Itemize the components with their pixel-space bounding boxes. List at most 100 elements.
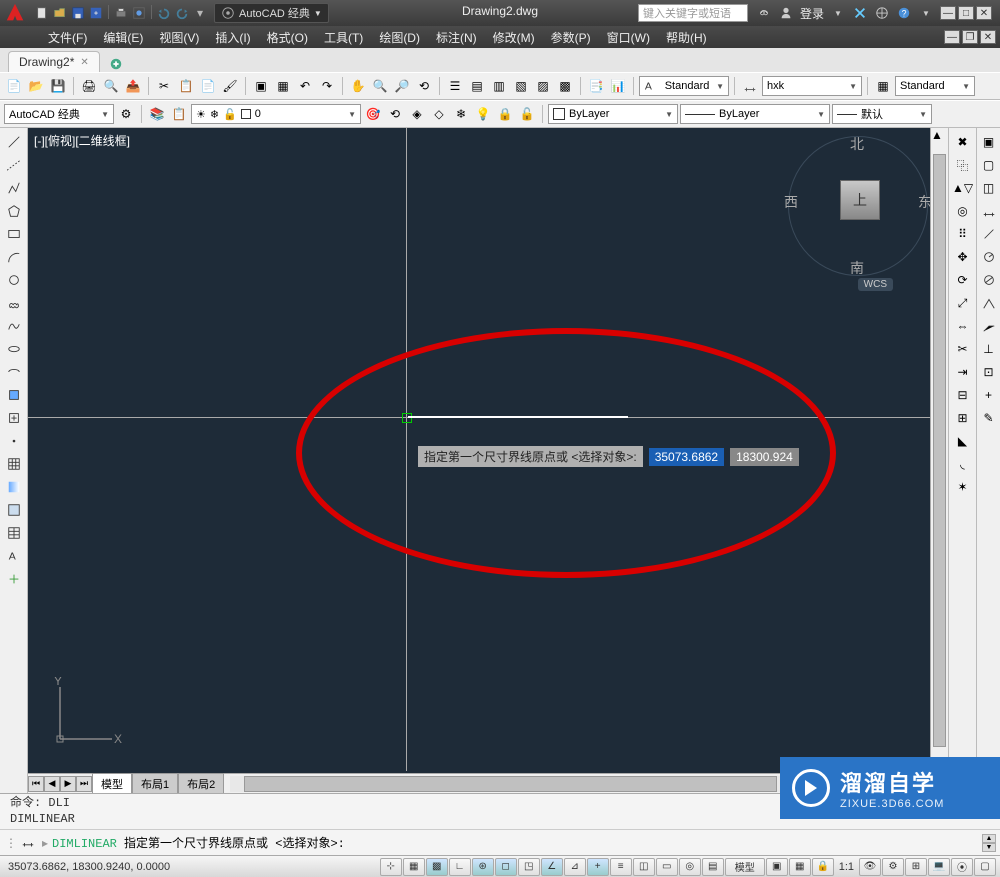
dynamic-value-y[interactable]: 18300.924 bbox=[730, 448, 799, 466]
dim-edit-icon[interactable]: ✎ bbox=[979, 408, 999, 428]
tb-properties-icon[interactable]: ☰ bbox=[445, 76, 465, 96]
qat-print-icon[interactable] bbox=[113, 5, 129, 21]
dynamic-value-x[interactable]: 35073.6862 bbox=[649, 448, 724, 466]
offset-icon[interactable]: ◎ bbox=[953, 201, 973, 221]
status-annoauto-icon[interactable]: ⚙ bbox=[882, 858, 904, 876]
menu-dimension[interactable]: 标注(N) bbox=[428, 29, 485, 46]
qat-open-icon[interactable] bbox=[52, 5, 68, 21]
stayconnected-icon[interactable] bbox=[874, 5, 890, 21]
signin-label[interactable]: 登录 bbox=[800, 5, 824, 22]
dim-angular-icon[interactable] bbox=[979, 293, 999, 313]
tab-prev-icon[interactable]: ◀ bbox=[44, 776, 60, 792]
layer-uniso-icon[interactable]: ◇ bbox=[429, 104, 449, 124]
menu-help[interactable]: 帮助(H) bbox=[658, 29, 715, 46]
qat-new-icon[interactable] bbox=[34, 5, 50, 21]
stretch-icon[interactable]: ⇔ bbox=[953, 316, 973, 336]
tb-designcenter-icon[interactable]: ▤ bbox=[467, 76, 487, 96]
qat-plot-preview-icon[interactable] bbox=[131, 5, 147, 21]
tb-block-icon[interactable]: ▣ bbox=[251, 76, 271, 96]
layer-off-icon[interactable]: 💡 bbox=[473, 104, 493, 124]
document-tab-close-icon[interactable]: ✕ bbox=[80, 57, 88, 68]
viewcube-face[interactable]: 上 bbox=[840, 180, 880, 220]
viewcube-west[interactable]: 西 bbox=[784, 192, 798, 212]
dim-diameter-icon[interactable] bbox=[979, 270, 999, 290]
rotate-icon[interactable]: ⟳ bbox=[953, 270, 973, 290]
tab-model[interactable]: 模型 bbox=[92, 773, 132, 794]
polyline-icon[interactable] bbox=[4, 178, 24, 198]
search-input[interactable]: 键入关键字或短语 bbox=[638, 4, 748, 22]
mirror-icon[interactable]: ▲▽ bbox=[953, 178, 973, 198]
mdi-minimize-button[interactable]: — bbox=[944, 30, 960, 44]
dim-leader-icon[interactable] bbox=[979, 316, 999, 336]
viewcube-south[interactable]: 南 bbox=[850, 258, 864, 278]
menu-window[interactable]: 窗口(W) bbox=[599, 29, 658, 46]
tb-paste-icon[interactable]: 📄 bbox=[198, 76, 218, 96]
extend-icon[interactable]: ⇥ bbox=[953, 362, 973, 382]
tb-print-icon[interactable]: 🖨 bbox=[79, 76, 99, 96]
status-hw-icon[interactable]: 💻 bbox=[928, 858, 950, 876]
tb-save-icon[interactable]: 💾 bbox=[48, 76, 68, 96]
chamfer-icon[interactable]: ◣ bbox=[953, 431, 973, 451]
layer-iso-icon[interactable]: ◈ bbox=[407, 104, 427, 124]
textstyle-combo[interactable]: A Standard▼ bbox=[639, 76, 729, 96]
tb-layerstate-icon[interactable]: 📊 bbox=[608, 76, 628, 96]
status-grid-icon[interactable]: ▩ bbox=[426, 858, 448, 876]
dim-radius-icon[interactable] bbox=[979, 247, 999, 267]
circle-icon[interactable] bbox=[4, 270, 24, 290]
erase-icon[interactable]: ✖ bbox=[953, 132, 973, 152]
mdi-close-button[interactable]: ✕ bbox=[980, 30, 996, 44]
close-button[interactable]: ✕ bbox=[976, 6, 992, 20]
status-am-icon[interactable]: ▤ bbox=[702, 858, 724, 876]
command-line[interactable]: ⋮ ▸ DIMLINEAR 指定第一个尺寸界线原点或 <选择对象>: ▲ ▼ bbox=[0, 829, 1000, 855]
viewcube[interactable]: 上 北 南 东 西 bbox=[788, 136, 928, 276]
layer-lock2-icon[interactable]: 🔒 bbox=[495, 104, 515, 124]
line-icon[interactable] bbox=[4, 132, 24, 152]
menu-format[interactable]: 格式(O) bbox=[259, 29, 316, 46]
tablestyle-combo[interactable]: Standard▼ bbox=[895, 76, 975, 96]
vertical-scrollbar[interactable]: ▲ ▼ bbox=[930, 128, 948, 773]
revcloud-icon[interactable] bbox=[4, 293, 24, 313]
status-annoviz-icon[interactable]: 👁 bbox=[859, 858, 881, 876]
move-icon[interactable]: ✥ bbox=[953, 247, 973, 267]
layer-freeze2-icon[interactable]: ❄ bbox=[451, 104, 471, 124]
cmdhist-down-icon[interactable]: ▼ bbox=[982, 843, 996, 852]
tb-cut-icon[interactable]: ✂ bbox=[154, 76, 174, 96]
wipeout-icon[interactable]: ◫ bbox=[979, 178, 999, 198]
viewcube-north[interactable]: 北 bbox=[850, 134, 864, 154]
menu-view[interactable]: 视图(V) bbox=[151, 29, 207, 46]
tb-copy-icon[interactable]: 📋 bbox=[176, 76, 196, 96]
status-polar-icon[interactable]: ⊛ bbox=[472, 858, 494, 876]
qat-save-icon[interactable] bbox=[70, 5, 86, 21]
viewport-label[interactable]: [-][俯视][二维线框] bbox=[34, 132, 130, 149]
bringtofront-icon[interactable]: ▣ bbox=[979, 132, 999, 152]
gradient-icon[interactable] bbox=[4, 477, 24, 497]
break-icon[interactable]: ⊟ bbox=[953, 385, 973, 405]
qat-dropdown-icon[interactable]: ▾ bbox=[192, 5, 208, 21]
polygon-icon[interactable] bbox=[4, 201, 24, 221]
make-block-icon[interactable] bbox=[4, 408, 24, 428]
status-otrack-icon[interactable]: ∠ bbox=[541, 858, 563, 876]
tb-toolpalette-icon[interactable]: ▥ bbox=[489, 76, 509, 96]
dim-center-icon[interactable]: + bbox=[979, 385, 999, 405]
help-caret-icon[interactable]: ▼ bbox=[918, 5, 934, 21]
vscroll-thumb[interactable] bbox=[933, 154, 946, 746]
region-icon[interactable] bbox=[4, 500, 24, 520]
dim-linear-icon[interactable] bbox=[979, 201, 999, 221]
fillet-icon[interactable]: ◟ bbox=[953, 454, 973, 474]
tb-zoom-window-icon[interactable]: 🔎 bbox=[392, 76, 412, 96]
wcs-badge[interactable]: WCS bbox=[858, 278, 893, 291]
status-sc-icon[interactable]: ◎ bbox=[679, 858, 701, 876]
status-snap-icon[interactable]: ▦ bbox=[403, 858, 425, 876]
tab-next-icon[interactable]: ▶ bbox=[60, 776, 76, 792]
coordinates-readout[interactable]: 35073.6862, 18300.9240, 0.0000 bbox=[0, 861, 178, 873]
status-ortho-icon[interactable]: ∟ bbox=[449, 858, 471, 876]
hscroll-thumb[interactable] bbox=[244, 776, 777, 792]
signin-icon[interactable] bbox=[778, 5, 794, 21]
tb-zoom-realtime-icon[interactable]: 🔍 bbox=[370, 76, 390, 96]
status-qp-icon[interactable]: ▭ bbox=[656, 858, 678, 876]
tb-redo-icon[interactable]: ↷ bbox=[317, 76, 337, 96]
layer-prev-icon[interactable]: ⟲ bbox=[385, 104, 405, 124]
document-tab[interactable]: Drawing2* ✕ bbox=[8, 51, 100, 72]
tb-undo-icon[interactable]: ↶ bbox=[295, 76, 315, 96]
tb-ssm-icon[interactable]: 📑 bbox=[586, 76, 606, 96]
